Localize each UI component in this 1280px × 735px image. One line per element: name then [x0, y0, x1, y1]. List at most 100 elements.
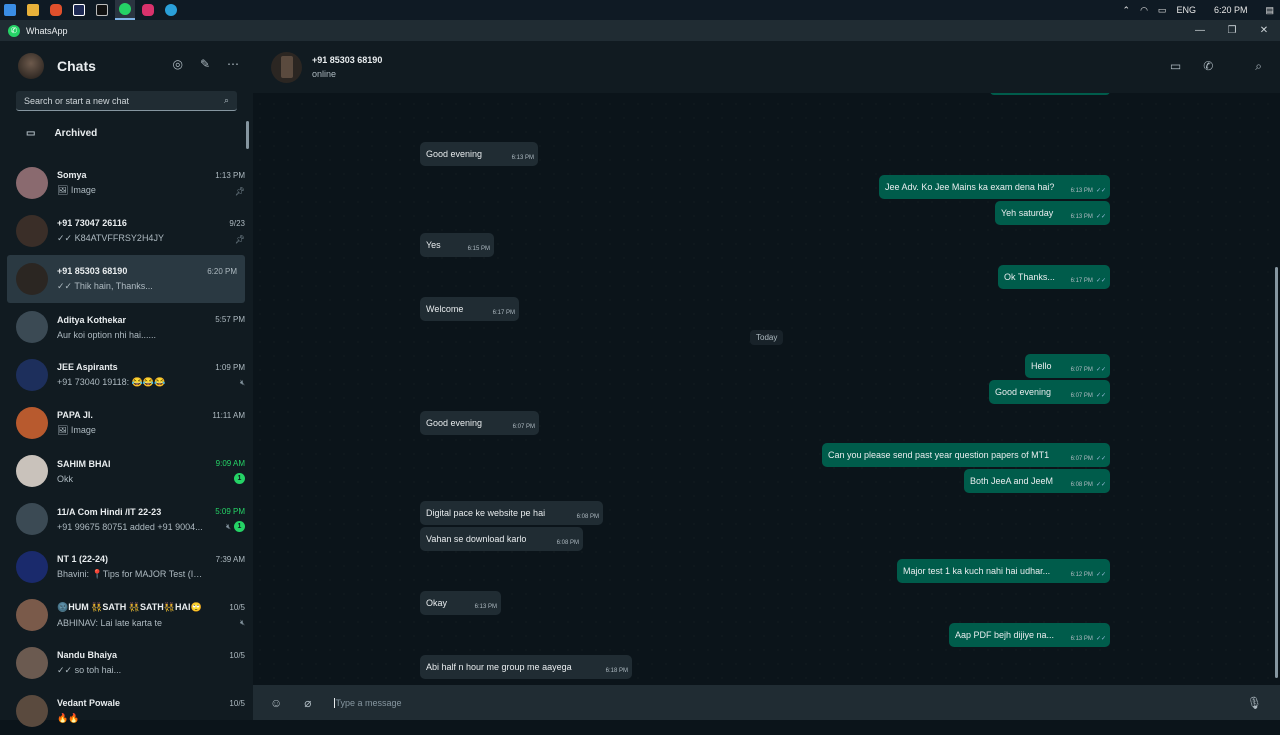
windows-start-icon[interactable] [0, 0, 20, 20]
telegram-icon[interactable] [161, 0, 181, 20]
chat-avatar [16, 599, 48, 631]
chat-time: 5:09 PM [215, 507, 245, 516]
message-time: 6:13 PM [474, 604, 497, 610]
message-text: Yes [426, 240, 441, 250]
incoming-message[interactable]: Welcome 6:17 PM [420, 297, 519, 321]
outgoing-message[interactable]: Ok Thanks... 6:17 PM ✓✓ [998, 265, 1110, 289]
microphone-icon[interactable]: 🎙 [1247, 696, 1262, 710]
chat-list-item[interactable]: SAHIM BHAI 9:09 AM Okk 1 [0, 447, 253, 495]
chat-last-message: ✓✓ Thik hain, Thanks... [57, 281, 153, 291]
search-messages-icon[interactable]: ⌕ [1255, 59, 1262, 74]
outgoing-message[interactable]: Hello 6:07 PM ✓✓ [1025, 354, 1110, 378]
outgoing-message[interactable]: Can you please send past year question p… [822, 443, 1110, 467]
my-avatar[interactable] [18, 53, 44, 79]
archived-row[interactable]: ▭ Archived [0, 111, 253, 155]
status-icon[interactable]: ◎ [172, 57, 182, 71]
incoming-message[interactable]: Okay 6:13 PM [420, 591, 501, 615]
message-input[interactable]: Type a message [333, 697, 402, 708]
search-icon[interactable]: ⌕ [224, 95, 229, 106]
intellij-icon[interactable] [69, 0, 89, 20]
contact-avatar[interactable] [271, 51, 302, 83]
language-indicator[interactable]: ENG [1176, 5, 1196, 15]
chat-list-item[interactable]: JEE Aspirants 1:09 PM +91 73040 19118: 😂… [0, 351, 253, 399]
whatsapp-taskbar-icon[interactable] [115, 0, 135, 20]
incoming-message[interactable]: Abi half n hour me group me aayega 6:18 … [420, 655, 632, 679]
message-text: Yeh saturday [1001, 208, 1054, 218]
unread-badge: 1 [234, 521, 245, 532]
window-titlebar: ✆ WhatsApp — ❐ ✕ [0, 20, 1280, 41]
chat-name: Vedant Powale [57, 698, 121, 708]
incoming-message[interactable]: Yes 6:15 PM [420, 233, 494, 257]
message-bubble-partial [990, 93, 1110, 95]
chat-time: 10/5 [229, 698, 245, 708]
chat-list-item[interactable]: Vedant Powale 10/5 🔥🔥 [0, 687, 253, 735]
read-receipt-icon: ✓✓ [1095, 456, 1106, 462]
voice-call-icon[interactable]: ✆ [1203, 59, 1213, 74]
read-receipt-icon: ✓✓ [1095, 367, 1106, 373]
chat-list-item[interactable]: Aditya Kothekar 5:57 PM Aur koi option n… [0, 303, 253, 351]
message-time: 6:07 PM ✓✓ [1070, 367, 1106, 373]
restore-button[interactable]: ❐ [1216, 20, 1248, 41]
wifi-icon[interactable]: ◠ [1140, 5, 1148, 16]
chat-last-message: Bhavini: 📍Tips for MAJOR Test (In Ge... [57, 569, 207, 579]
chat-name: 11/A Com Hindi /IT 22-23 [57, 506, 162, 517]
chat-list-item[interactable]: +91 85303 68190 6:20 PM ✓✓ Thik hain, Th… [7, 255, 245, 303]
chat-avatar [16, 503, 48, 535]
message-time: 6:13 PM ✓✓ [1070, 188, 1106, 194]
sidebar-scrollbar[interactable] [246, 121, 249, 149]
message-time: 6:17 PM ✓✓ [1070, 278, 1106, 284]
sidebar-title: Chats [57, 58, 96, 74]
search-input[interactable]: Search or start a new chat ⌕ [16, 91, 237, 111]
message-text: Good evening [426, 418, 483, 428]
attach-icon[interactable]: ⌀ [304, 696, 311, 710]
chevron-up-icon[interactable]: ⌃ [1123, 5, 1131, 16]
clock[interactable]: 6:20 PM [1214, 5, 1248, 15]
pycharm-icon[interactable] [92, 0, 112, 20]
more-options-icon[interactable]: ⋯ [227, 57, 239, 71]
chat-avatar [16, 551, 48, 583]
chat-list-item[interactable]: Somya 1:13 PM 🖼 Image 📌︎ [0, 159, 253, 207]
incoming-message[interactable]: Good evening 6:07 PM [420, 411, 539, 435]
new-chat-icon[interactable]: ✎ [200, 57, 210, 71]
close-button[interactable]: ✕ [1248, 20, 1280, 41]
chat-name: PAPA JI. [57, 410, 93, 420]
brave-beta-icon[interactable] [138, 0, 158, 20]
message-text: Good evening [426, 149, 483, 159]
chat-list-item[interactable]: Nandu Bhaiya 10/5 ✓✓ so toh hai... [0, 639, 253, 687]
incoming-message[interactable]: Good evening 6:13 PM [420, 142, 538, 166]
chat-name: SAHIM BHAI [57, 458, 111, 469]
conversation-header[interactable]: +91 85303 68190 online ▭ ✆ ⌕ [253, 41, 1280, 93]
chat-avatar [16, 455, 48, 487]
outgoing-message[interactable]: Jee Adv. Ko Jee Mains ka exam dena hai? … [879, 175, 1110, 199]
outgoing-message[interactable]: Both JeeA and JeeM 6:08 PM ✓✓ [964, 469, 1110, 493]
chat-list-item[interactable]: 11/A Com Hindi /IT 22-23 5:09 PM +91 996… [0, 495, 253, 543]
contact-name: +91 85303 68190 [312, 55, 383, 65]
chat-time: 10/5 [229, 603, 245, 612]
message-text: Major test 1 ka kuch nahi hai udhar... [903, 566, 1051, 576]
messages-scrollbar[interactable] [1275, 267, 1278, 678]
incoming-message[interactable]: Vahan se download karlo 6:08 PM [420, 527, 583, 551]
chat-list-item[interactable]: PAPA JI. 11:11 AM 🖼 Image [0, 399, 253, 447]
chat-name: Somya [57, 170, 87, 180]
outgoing-message[interactable]: Aap PDF bejh dijiye na... 6:13 PM ✓✓ [949, 623, 1110, 647]
file-explorer-icon[interactable] [23, 0, 43, 20]
chat-list-item[interactable]: 🌚HUM 👯SATH 👯SATH👯HAI🙄 10/5 ABHINAV: Lai … [0, 591, 253, 639]
muted-icon: 🔇︎ [239, 618, 245, 627]
outgoing-message[interactable]: Major test 1 ka kuch nahi hai udhar... 6… [897, 559, 1110, 583]
message-text: Good evening [995, 387, 1052, 397]
incoming-message[interactable]: Digital pace ke website pe hai 6:08 PM [420, 501, 603, 525]
emoji-icon[interactable]: ☺ [270, 696, 282, 710]
chat-list-item[interactable]: +91 73047 26116 9/23 ✓✓ K84ATVFFRSY2H4JY… [0, 207, 253, 255]
brave-browser-icon[interactable] [46, 0, 66, 20]
notification-icon[interactable]: ▤ [1265, 5, 1274, 16]
battery-icon[interactable]: ▭ [1158, 5, 1167, 16]
read-receipt-icon: ✓✓ [1095, 188, 1106, 194]
chat-list-item[interactable]: NT 1 (22-24) 7:39 AM Bhavini: 📍Tips for … [0, 543, 253, 591]
outgoing-message[interactable]: Good evening 6:07 PM ✓✓ [989, 380, 1110, 404]
minimize-button[interactable]: — [1184, 20, 1216, 41]
outgoing-message[interactable]: Yeh saturday 6:13 PM ✓✓ [995, 201, 1110, 225]
chat-last-message: ✓✓ so toh hai... [57, 665, 122, 675]
video-call-icon[interactable]: ▭ [1170, 59, 1181, 74]
chat-name: 🌚HUM 👯SATH 👯SATH👯HAI🙄 [57, 602, 202, 612]
chat-avatar [16, 647, 48, 679]
